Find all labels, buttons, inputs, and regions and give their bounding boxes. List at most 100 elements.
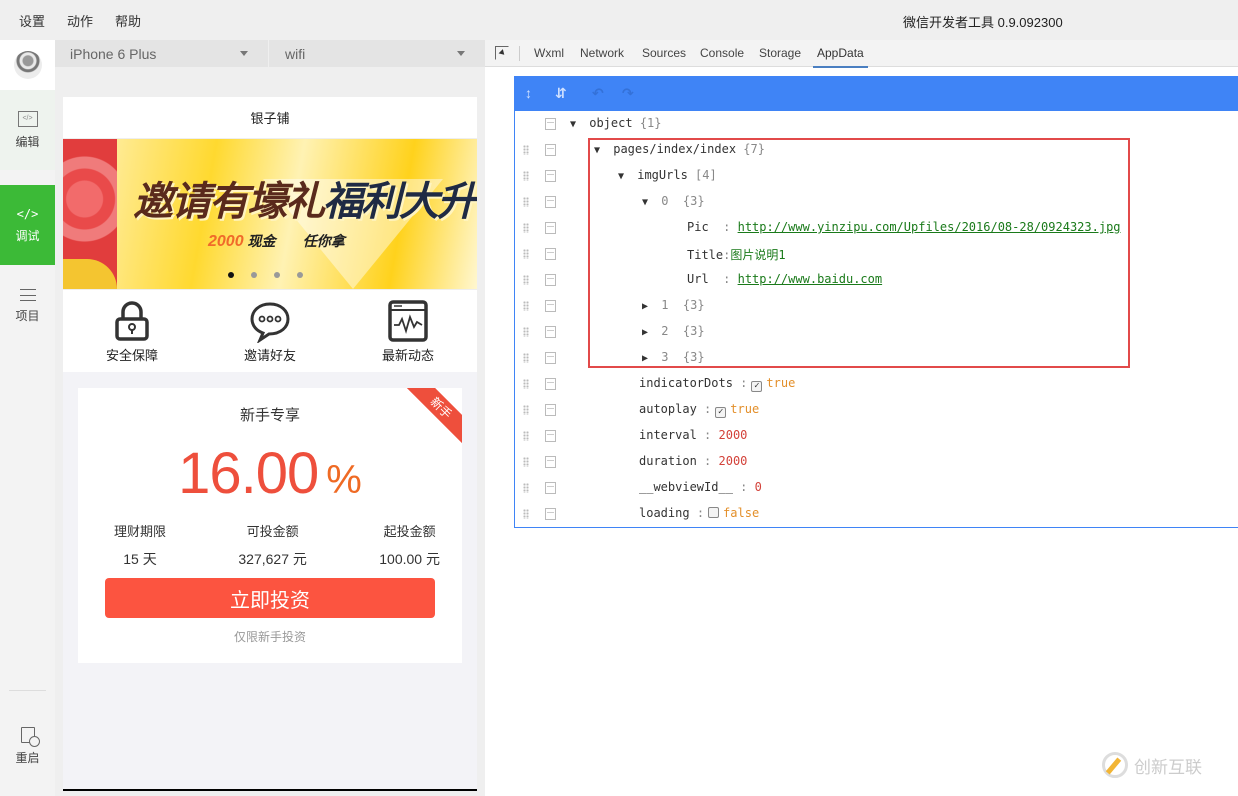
tab-storage[interactable]: Storage	[759, 46, 801, 60]
menu-help[interactable]: 帮助	[115, 11, 141, 30]
row-select-checkbox[interactable]	[545, 300, 556, 312]
drag-handle-icon[interactable]	[523, 509, 529, 519]
tree-row[interactable]: autoplay : ✓ true	[515, 397, 1235, 423]
row-select-checkbox[interactable]	[545, 456, 556, 468]
drag-handle-icon[interactable]	[523, 301, 529, 311]
duration-value[interactable]: 2000	[719, 454, 748, 468]
drag-handle-icon[interactable]	[523, 431, 529, 441]
row-select-checkbox[interactable]	[545, 118, 556, 130]
chat-bubble-icon	[250, 301, 290, 343]
row-select-checkbox[interactable]	[545, 274, 556, 286]
interval-value[interactable]: 2000	[719, 428, 748, 442]
expanded-triangle-icon[interactable]: ▼	[618, 171, 630, 182]
drag-handle-icon[interactable]	[523, 171, 529, 181]
row-select-checkbox[interactable]	[545, 326, 556, 338]
loading-checkbox[interactable]	[708, 507, 720, 518]
row-select-checkbox[interactable]	[545, 378, 556, 390]
invest-now-button[interactable]: 立即投资	[105, 578, 435, 618]
drag-handle-icon[interactable]	[523, 483, 529, 493]
collapse-all-icon[interactable]: ⇵	[555, 85, 567, 102]
collapsed-triangle-icon[interactable]: ▶	[642, 327, 654, 338]
watermark-text: 创新互联	[1134, 757, 1202, 777]
drag-handle-icon[interactable]	[523, 249, 529, 259]
tree-row[interactable]: ▶ 2 {3}	[515, 319, 1235, 345]
undo-icon[interactable]: ↶	[592, 85, 604, 102]
tab-wxml[interactable]: Wxml	[534, 46, 564, 60]
row-select-checkbox[interactable]	[545, 144, 556, 156]
row-select-checkbox[interactable]	[545, 222, 556, 234]
tree-row[interactable]: Pic : http://www.yinzipu.com/Upfiles/201…	[515, 215, 1235, 241]
tree-row[interactable]: Title:图片说明1	[515, 241, 1235, 267]
drag-handle-icon[interactable]	[523, 353, 529, 363]
tree-row[interactable]: ▼ 0 {3}	[515, 189, 1235, 215]
quick-link-security[interactable]: 安全保障	[72, 299, 192, 364]
quick-link-news[interactable]: 最新动态	[348, 299, 468, 364]
avatar[interactable]	[0, 40, 55, 90]
tree-row[interactable]: indicatorDots : ✓ true	[515, 371, 1235, 397]
tab-sources[interactable]: Sources	[642, 46, 686, 60]
row-select-checkbox[interactable]	[545, 352, 556, 364]
tree-row[interactable]: ▼ imgUrls [4]	[515, 163, 1235, 189]
device-select[interactable]: iPhone 6 Plus	[55, 40, 269, 67]
tree-row[interactable]: Url : http://www.baidu.com	[515, 267, 1235, 293]
expanded-triangle-icon[interactable]: ▼	[642, 197, 654, 208]
menu-settings[interactable]: 设置	[19, 11, 45, 30]
quick-link-invite[interactable]: 邀请好友	[210, 299, 330, 364]
drag-handle-icon[interactable]	[523, 405, 529, 415]
row-select-checkbox[interactable]	[545, 248, 556, 260]
row-select-checkbox[interactable]	[545, 170, 556, 182]
drag-handle-icon[interactable]	[523, 223, 529, 233]
activity-project[interactable]: 项目	[0, 266, 55, 346]
menu-actions[interactable]: 动作	[67, 11, 93, 30]
tab-network[interactable]: Network	[580, 46, 624, 60]
activity-project-label: 项目	[15, 308, 40, 323]
indicatordots-checkbox[interactable]: ✓	[751, 381, 763, 392]
tree-row[interactable]: ▼ object {1}	[515, 111, 1235, 137]
title-value[interactable]: 图片说明1	[730, 248, 785, 262]
autoplay-checkbox[interactable]: ✓	[715, 407, 727, 418]
tree-row[interactable]: ▶ 3 {3}	[515, 345, 1235, 371]
tree-row[interactable]: duration : 2000	[515, 449, 1235, 475]
row-select-checkbox[interactable]	[545, 508, 556, 520]
nav-title: 银子铺	[63, 97, 477, 139]
banner-cash: 现金	[247, 233, 276, 249]
inspect-element-icon[interactable]	[495, 46, 509, 60]
pic-url-value[interactable]: http://www.yinzipu.com/Upfiles/2016/08-2…	[738, 220, 1121, 234]
tab-console[interactable]: Console	[700, 46, 744, 60]
row-select-checkbox[interactable]	[545, 430, 556, 442]
network-select[interactable]: wifi	[270, 40, 485, 67]
banner-swiper[interactable]: 邀请有壕礼福利大升 2000 现金 任你拿	[63, 139, 477, 289]
webviewid-value[interactable]: 0	[755, 480, 762, 494]
activity-restart[interactable]: 重启	[0, 706, 55, 786]
row-select-checkbox[interactable]	[545, 196, 556, 208]
drag-handle-icon[interactable]	[523, 145, 529, 155]
indicator-dot[interactable]	[251, 272, 257, 278]
tree-row[interactable]: ▶ 1 {3}	[515, 293, 1235, 319]
tab-appdata[interactable]: AppData	[813, 46, 868, 68]
tree-row[interactable]: ▼ pages/index/index {7}	[515, 137, 1235, 163]
redo-icon[interactable]: ↷	[622, 85, 634, 102]
tree-row[interactable]: loading : false	[515, 501, 1235, 527]
activity-edit[interactable]: </> 编辑	[0, 90, 55, 170]
drag-handle-icon[interactable]	[523, 197, 529, 207]
drag-handle-icon[interactable]	[523, 379, 529, 389]
collapsed-triangle-icon[interactable]: ▶	[642, 301, 654, 312]
url-value[interactable]: http://www.baidu.com	[738, 272, 883, 286]
row-select-checkbox[interactable]	[545, 482, 556, 494]
expanded-triangle-icon[interactable]: ▼	[594, 145, 606, 156]
drag-handle-icon[interactable]	[523, 457, 529, 467]
stat-value: 327,627 元	[238, 551, 307, 567]
tree-row[interactable]: interval : 2000	[515, 423, 1235, 449]
indicator-dot[interactable]	[297, 272, 303, 278]
tree-row[interactable]: __webviewId__ : 0	[515, 475, 1235, 501]
indicator-dot[interactable]	[228, 272, 234, 278]
drag-handle-icon[interactable]	[523, 275, 529, 285]
expand-all-icon[interactable]: ↕	[525, 85, 532, 101]
expanded-triangle-icon[interactable]: ▼	[570, 119, 582, 130]
collapsed-triangle-icon[interactable]: ▶	[642, 353, 654, 364]
code-brackets-icon: </>	[16, 206, 39, 221]
activity-debug[interactable]: </> 调试	[0, 185, 55, 265]
indicator-dot[interactable]	[274, 272, 280, 278]
drag-handle-icon[interactable]	[523, 327, 529, 337]
row-select-checkbox[interactable]	[545, 404, 556, 416]
